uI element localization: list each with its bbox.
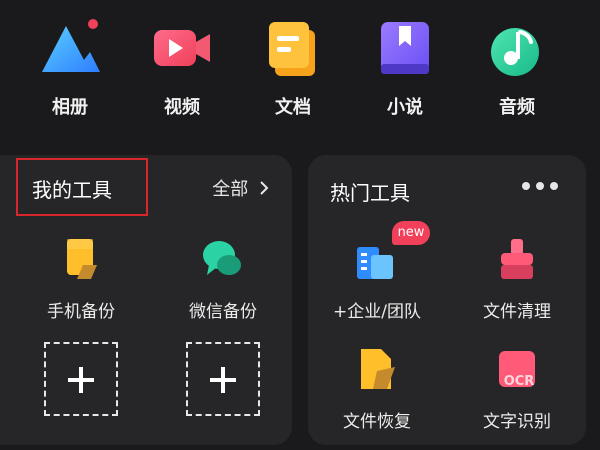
hot-tools-card: 热门工具 new +企业/团队 文件清理 文件恢复 OCR 文字识别 — [308, 155, 586, 445]
category-novel[interactable]: 小说 — [350, 0, 460, 140]
category-document[interactable]: 文档 — [238, 0, 348, 140]
tool-file-cleanup[interactable]: 文件清理 — [452, 235, 582, 335]
category-label: 小说 — [387, 97, 423, 118]
add-tool-button[interactable] — [186, 342, 260, 416]
tool-label: 文字识别 — [483, 412, 551, 432]
tool-label: 文件恢复 — [343, 412, 411, 432]
all-tools-label: 全部 — [212, 179, 249, 200]
file-cleanup-icon — [501, 239, 533, 279]
chevron-right-icon — [260, 181, 269, 195]
category-album[interactable]: 相册 — [15, 0, 125, 140]
all-tools-link[interactable]: 全部 — [212, 175, 270, 201]
phone-backup-icon — [67, 239, 97, 279]
my-tools-card: 我的工具 全部 手机备份 微信备份 — [0, 155, 292, 445]
notification-dot — [88, 19, 98, 29]
ocr-icon: OCR — [499, 351, 535, 389]
category-label: 文档 — [275, 97, 311, 118]
novel-icon — [381, 22, 429, 74]
video-icon — [154, 30, 210, 66]
tool-enterprise-team[interactable]: new +企业/团队 — [312, 221, 442, 335]
more-options-icon[interactable] — [522, 182, 558, 190]
my-tools-title: 我的工具 — [32, 178, 112, 202]
category-label: 相册 — [52, 97, 88, 118]
category-row: 相册 视频 文档 小说 音频 — [0, 0, 600, 140]
tool-label: 手机备份 — [47, 302, 115, 322]
tool-wechat-backup[interactable]: 微信备份 — [158, 235, 288, 335]
wechat-backup-icon — [203, 241, 241, 275]
tool-label: 文件清理 — [483, 302, 551, 322]
add-tool-button[interactable] — [44, 342, 118, 416]
document-icon — [269, 22, 315, 76]
tool-ocr[interactable]: OCR 文字识别 — [452, 345, 582, 445]
tool-label: 微信备份 — [189, 302, 257, 322]
category-video[interactable]: 视频 — [127, 0, 237, 140]
file-recovery-icon — [361, 349, 395, 389]
new-badge: new — [392, 221, 430, 245]
category-audio[interactable]: 音频 — [462, 0, 572, 140]
tool-label: +企业/团队 — [333, 302, 421, 322]
audio-icon — [491, 28, 539, 76]
category-label: 音频 — [499, 97, 535, 118]
svg-text:OCR: OCR — [504, 374, 535, 389]
tool-phone-backup[interactable]: 手机备份 — [16, 235, 146, 335]
category-label: 视频 — [164, 97, 200, 118]
hot-tools-title: 热门工具 — [330, 181, 410, 205]
tool-file-recovery[interactable]: 文件恢复 — [312, 345, 442, 445]
album-icon — [42, 19, 100, 72]
